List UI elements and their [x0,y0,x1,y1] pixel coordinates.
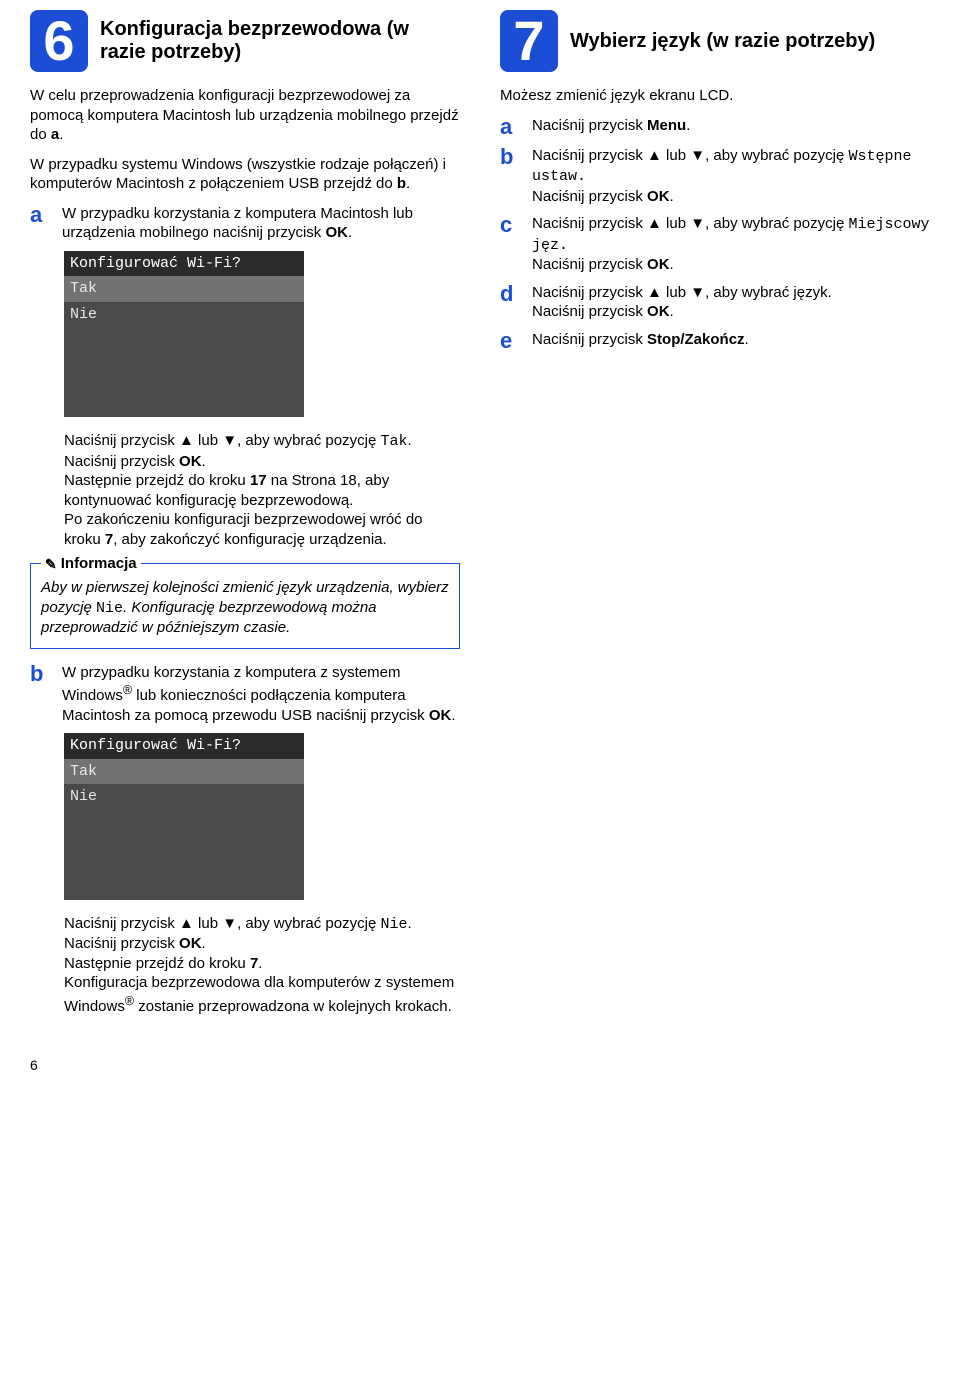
info-text: Aby w pierwszej kolejności zmienić język… [41,578,449,638]
substep-letter: a [500,116,520,138]
substep-b-followup: Naciśnij przycisk ▲ lub ▼, aby wybrać po… [64,914,460,1017]
lcd-screen-1: Konfigurować Wi-Fi? Tak Nie [64,251,304,418]
lcd-option-nie: Nie [64,302,304,328]
substep-letter: b [500,146,520,207]
lcd-option-tak: Tak [64,276,304,302]
info-box: ✎ Informacja Aby w pierwszej kolejności … [30,563,460,649]
lcd-screen-2: Konfigurować Wi-Fi? Tak Nie [64,733,304,900]
step-number-badge: 7 [500,10,558,72]
lcd-option-tak: Tak [64,759,304,785]
step-number-badge: 6 [30,10,88,72]
substep-7e-text: Naciśnij przycisk Stop/Zakończ. [532,330,930,352]
substep-b: b W przypadku korzystania z komputera z … [30,663,460,726]
substep-7c: c Naciśnij przycisk ▲ lub ▼, aby wybrać … [500,214,930,275]
lcd-title: Konfigurować Wi-Fi? [64,251,304,277]
substep-b-text: W przypadku korzystania z komputera z sy… [62,663,460,726]
substep-a: a W przypadku korzystania z komputera Ma… [30,204,460,243]
step-7-column: 7 Wybierz język (w razie potrzeby) Możes… [500,10,930,1026]
substep-a-text: W przypadku korzystania z komputera Maci… [62,204,460,243]
step-6-header: 6 Konfiguracja bezprzewodowa (w razie po… [30,10,460,72]
substep-7e: e Naciśnij przycisk Stop/Zakończ. [500,330,930,352]
substep-a-followup: Naciśnij przycisk ▲ lub ▼, aby wybrać po… [64,431,460,549]
substep-letter: e [500,330,520,352]
substep-letter: d [500,283,520,322]
substep-7a: a Naciśnij przycisk Menu. [500,116,930,138]
page-number: 6 [30,1056,930,1074]
info-label: ✎ Informacja [41,554,141,574]
substep-7b-text: Naciśnij przycisk ▲ lub ▼, aby wybrać po… [532,146,930,207]
step-6-title: Konfiguracja bezprzewodowa (w razie potr… [100,18,460,64]
step-7-title: Wybierz język (w razie potrzeby) [570,30,875,53]
step-6-intro-2: W przypadku systemu Windows (wszystkie r… [30,155,460,194]
substep-letter: c [500,214,520,275]
substep-7d: d Naciśnij przycisk ▲ lub ▼, aby wybrać … [500,283,930,322]
substep-7d-text: Naciśnij przycisk ▲ lub ▼, aby wybrać ję… [532,283,930,322]
step-7-intro: Możesz zmienić język ekranu LCD. [500,86,930,106]
lcd-option-nie: Nie [64,784,304,810]
lcd-title: Konfigurować Wi-Fi? [64,733,304,759]
substep-letter: a [30,204,50,243]
step-6-intro-1: W celu przeprowadzenia konfiguracji bezp… [30,86,460,145]
step-6-column: 6 Konfiguracja bezprzewodowa (w razie po… [30,10,460,1026]
pencil-icon: ✎ [45,555,57,573]
step-7-header: 7 Wybierz język (w razie potrzeby) [500,10,930,72]
substep-7a-text: Naciśnij przycisk Menu. [532,116,930,138]
substep-7c-text: Naciśnij przycisk ▲ lub ▼, aby wybrać po… [532,214,930,275]
substep-7b: b Naciśnij przycisk ▲ lub ▼, aby wybrać … [500,146,930,207]
substep-letter: b [30,663,50,726]
